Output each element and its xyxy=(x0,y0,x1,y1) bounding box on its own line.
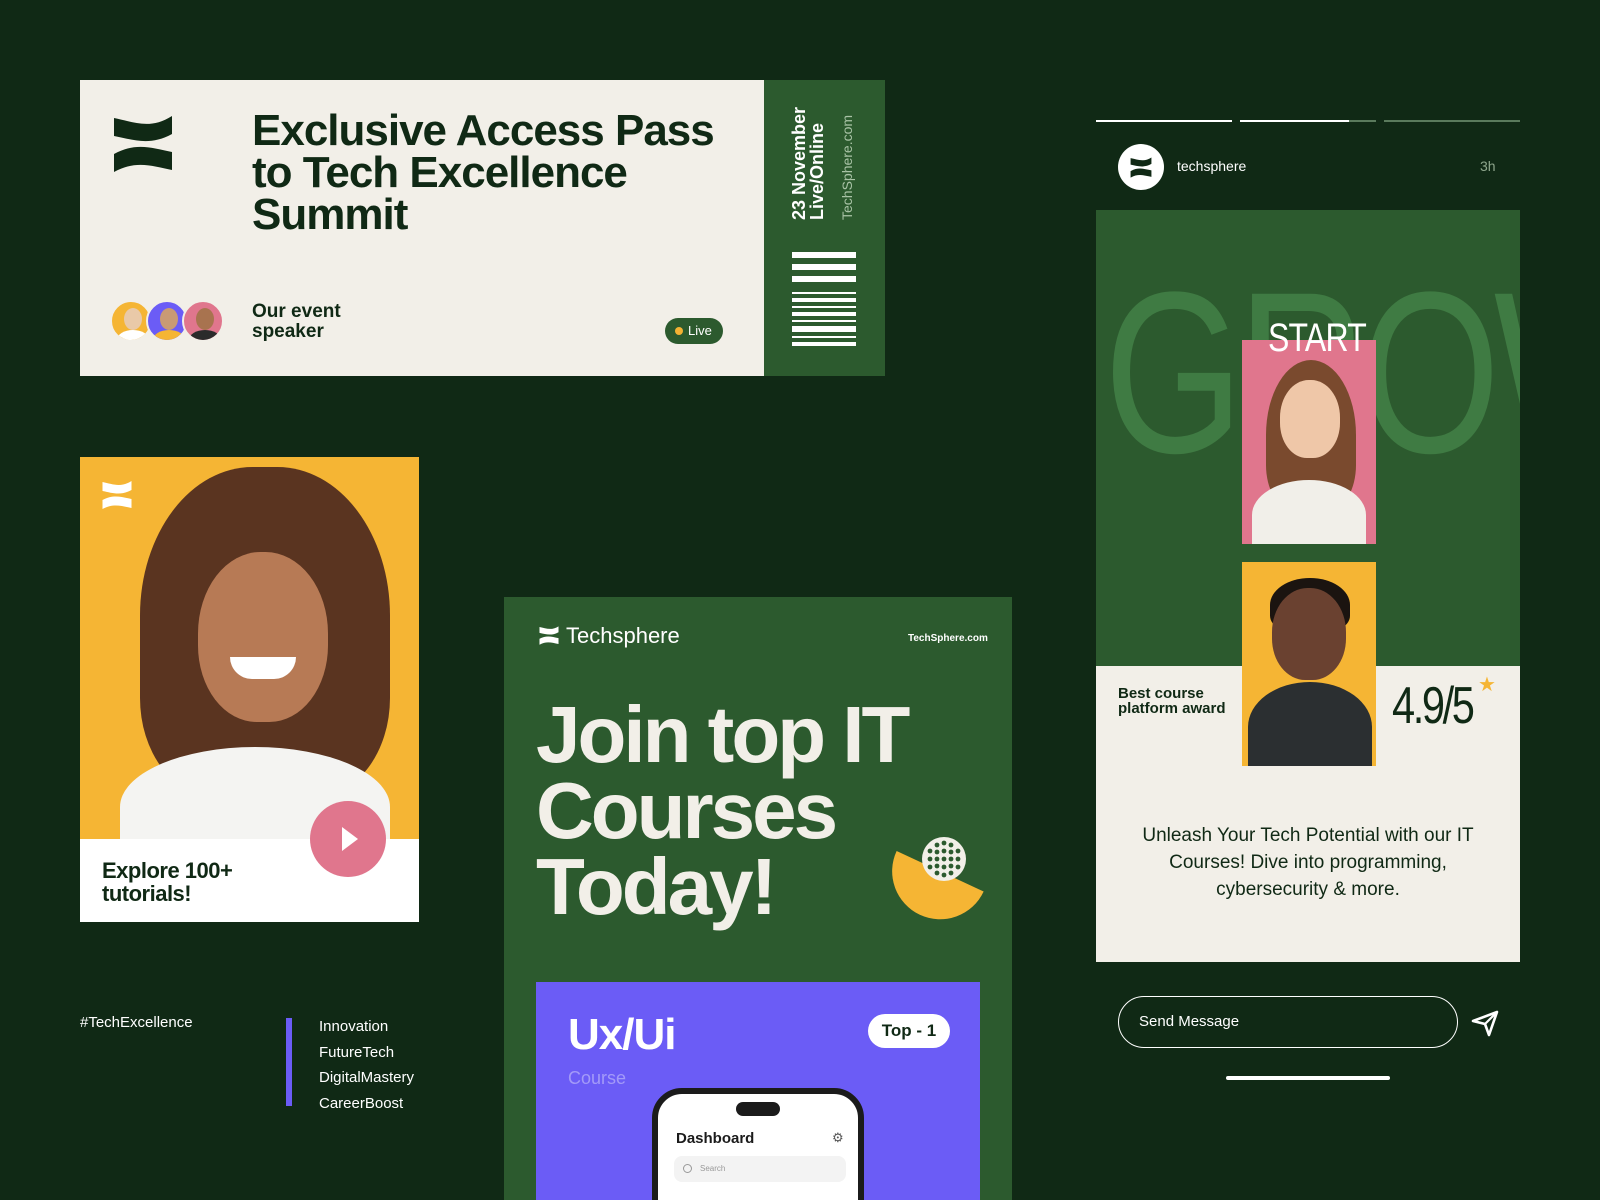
man-photo xyxy=(1242,562,1376,766)
star-icon: ★ xyxy=(1478,674,1496,696)
award-text: Best course platform award xyxy=(1118,685,1226,717)
home-indicator[interactable] xyxy=(1226,1076,1390,1080)
courses-poster: Techsphere TechSphere.com Join top IT Co… xyxy=(504,597,1012,1200)
play-button[interactable] xyxy=(310,801,386,877)
story-progress-3 xyxy=(1384,120,1520,122)
course-card[interactable]: Ux/Ui Course Top - 1 Dashboard ⚙ Search xyxy=(536,982,980,1200)
course-title: Ux/Ui xyxy=(568,1010,676,1059)
stub-url: TechSphere.com xyxy=(839,114,855,220)
hashtag: #TechExcellence xyxy=(80,1014,193,1031)
course-subtitle: Course xyxy=(568,1068,627,1088)
phone-notch xyxy=(736,1102,780,1116)
course-rank-badge: Top - 1 xyxy=(868,1014,950,1048)
poster-title: Join top IT Courses Today! xyxy=(536,690,910,931)
story-progress-2 xyxy=(1240,120,1376,122)
search-icon xyxy=(683,1164,692,1173)
story-avatar[interactable] xyxy=(1118,144,1164,190)
event-ticket: Exclusive Access Pass to Tech Excellence… xyxy=(80,80,885,376)
speaker-label: Our event speaker xyxy=(252,301,341,342)
techsphere-logo-icon xyxy=(102,481,132,509)
story-time: 3h xyxy=(1480,158,1496,174)
rating-value: 4.9/5 xyxy=(1392,677,1475,735)
story-username[interactable]: techsphere xyxy=(1177,158,1246,174)
stub-date-text: 23 November xyxy=(789,106,809,220)
ticket-title: Exclusive Access Pass to Tech Excellence… xyxy=(252,106,715,239)
ticket-main: Exclusive Access Pass to Tech Excellence… xyxy=(80,80,764,376)
tag-item: DigitalMastery xyxy=(319,1069,415,1086)
live-badge: Live xyxy=(665,318,723,344)
woman-photo xyxy=(1242,340,1376,544)
send-icon[interactable] xyxy=(1470,1008,1500,1038)
techsphere-logo-icon xyxy=(1130,157,1152,178)
story-panel: techsphere 3h GROW START Best course pla… xyxy=(1096,118,1520,1082)
tag-item: Innovation xyxy=(319,1018,389,1035)
tag-item: FutureTech xyxy=(319,1043,395,1061)
barcode-icon xyxy=(792,252,856,346)
poster-url: TechSphere.com xyxy=(908,633,988,644)
phone-mockup: Dashboard ⚙ Search xyxy=(652,1088,864,1200)
stub-mode-text: Live/Online xyxy=(807,122,827,220)
phone-search-input[interactable]: Search xyxy=(674,1156,846,1182)
stub-date: 23 November Live/Online xyxy=(789,106,827,220)
techsphere-logo-icon xyxy=(114,116,172,172)
live-label: Live xyxy=(688,323,712,338)
gear-icon[interactable]: ⚙ xyxy=(832,1130,844,1146)
story-progress-2-fill xyxy=(1240,120,1349,122)
dotted-ball-icon xyxy=(922,837,966,881)
send-message-input[interactable]: Send Message xyxy=(1118,996,1458,1048)
tags-divider xyxy=(286,1018,292,1106)
phone-search-placeholder: Search xyxy=(700,1164,726,1173)
story-description: Unleash Your Tech Potential with our IT … xyxy=(1142,825,1474,900)
story-progress-1 xyxy=(1096,120,1232,122)
poster-brand: Techsphere xyxy=(538,623,680,649)
story-card: GROW START Best course platform award 4.… xyxy=(1096,210,1520,962)
phone-dashboard-title: Dashboard xyxy=(676,1130,755,1147)
tag-item: CareerBoost xyxy=(319,1094,404,1112)
speaker-avatar-3 xyxy=(182,300,224,342)
live-dot-icon xyxy=(675,327,683,335)
play-icon xyxy=(342,827,358,851)
tags-list: Innovation FutureTech DigitalMastery Car… xyxy=(319,1014,414,1116)
techsphere-logo-icon xyxy=(539,626,559,645)
story-progress-1-fill xyxy=(1096,120,1232,122)
tutorial-text: Explore 100+ tutorials! xyxy=(102,858,233,906)
tutorial-card: Explore 100+ tutorials! xyxy=(80,457,419,922)
start-word: START xyxy=(1268,316,1367,360)
poster-brand-text: Techsphere xyxy=(566,623,680,648)
